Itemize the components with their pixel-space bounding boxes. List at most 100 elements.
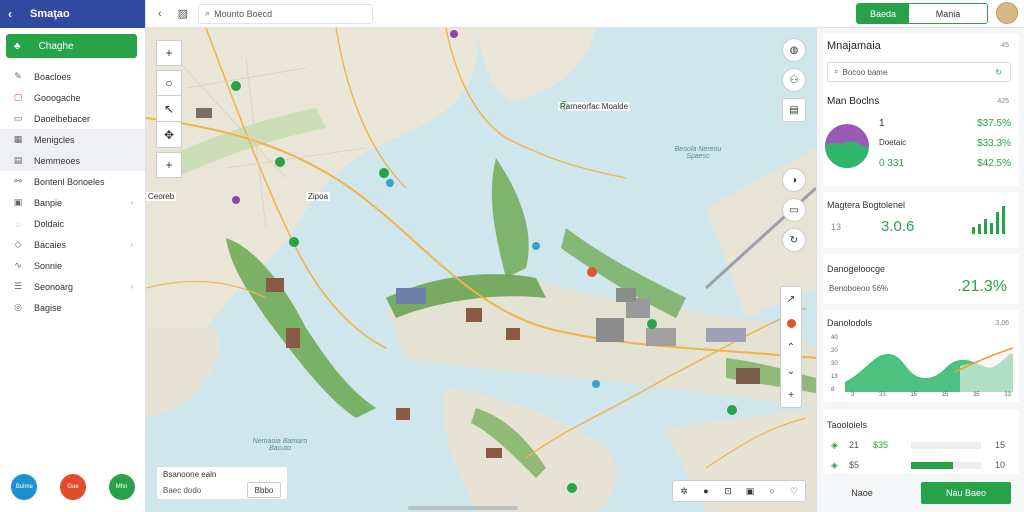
- area-chart-title: Danolodols: [827, 318, 873, 328]
- x-tick: 15: [910, 392, 917, 398]
- nav-item[interactable]: ▤ Nemmeoes: [0, 150, 145, 171]
- back-icon[interactable]: ‹: [8, 7, 12, 21]
- table-row[interactable]: ◈ $5 10: [831, 458, 1011, 472]
- table-cell: 10: [995, 460, 1006, 470]
- app-circle-label: Mhn: [115, 484, 128, 490]
- primary-button[interactable]: Nau Baeo: [921, 482, 1011, 504]
- nav-item[interactable]: ◇ Bacaies ›: [0, 234, 145, 255]
- avatar[interactable]: [996, 2, 1018, 24]
- square-icon: ▢: [13, 92, 23, 102]
- table-row[interactable]: ◈ 21 $35 15: [831, 438, 1011, 452]
- stat-key: 1: [879, 118, 885, 129]
- nav-item[interactable]: ✎ Boacloes: [0, 66, 145, 87]
- compass-icon[interactable]: ◍: [782, 38, 806, 62]
- doc-icon: ▭: [13, 113, 23, 123]
- zoom-in-button[interactable]: +: [156, 40, 182, 66]
- horizontal-scrollbar[interactable]: [408, 506, 518, 510]
- forecast-value: 3.0.6: [881, 218, 915, 235]
- chevron-left-icon[interactable]: ‹: [158, 8, 162, 20]
- brand-bar: ‹ Smaţao: [0, 0, 145, 28]
- chevron-down-icon[interactable]: ⌄: [787, 359, 795, 383]
- search-input[interactable]: ⌕ Mounto Boecd: [198, 3, 374, 24]
- area-chart-y-ticks: 40 20 30 13 8: [831, 332, 838, 397]
- tree-icon: ♣: [14, 40, 21, 52]
- app-circle-button[interactable]: Gae: [59, 474, 86, 500]
- map-tools: + ○ ↖ ✥ +: [156, 40, 182, 178]
- nav-label: Bontenl Bonoeles: [34, 176, 105, 187]
- y-tick: 13: [831, 374, 838, 380]
- nav-label: Bacaies: [34, 239, 67, 250]
- move-tool-button[interactable]: ✥: [156, 122, 182, 148]
- panel-actions: Naoe Nau Baeo: [817, 482, 1024, 504]
- toggle-active[interactable]: Baeda: [857, 4, 909, 23]
- app-circle-button[interactable]: Mhn: [108, 474, 135, 500]
- cursor-icon[interactable]: ↗: [787, 287, 795, 311]
- globe-icon[interactable]: ▣: [739, 481, 761, 501]
- nav-item[interactable]: ◌ Doldaic: [0, 213, 145, 234]
- panel-title-meta: 45: [1001, 42, 1009, 49]
- nav-label: Bagise: [34, 302, 62, 313]
- map-canvas[interactable]: Rarneorfac Moalde Ceoreb Zipoa Beoola Ne…: [146, 28, 816, 512]
- panel-search-input[interactable]: ⌕ Bocoo bame ↻: [827, 62, 1011, 82]
- nav-label: Doldaic: [34, 218, 65, 229]
- primary-action-label: Chaghe: [38, 40, 74, 52]
- stat-value: $37.5%: [977, 118, 1011, 129]
- map-label: Zipoa: [306, 192, 331, 201]
- nav-item-active[interactable]: ▦ Menigcles: [0, 129, 145, 150]
- trend-value: .21.3%: [957, 278, 1007, 295]
- lock-icon[interactable]: ⊡: [717, 481, 739, 501]
- app-circle-label: Gae: [67, 484, 79, 490]
- y-tick: 8: [831, 387, 835, 393]
- nav-label: Daoelbebacer: [34, 113, 91, 124]
- stat-key: 0 331: [879, 158, 905, 169]
- forecast-bar: [996, 212, 999, 234]
- app-circle-button[interactable]: Bulme: [11, 474, 38, 500]
- zoom-in-button-2[interactable]: +: [156, 152, 182, 178]
- user-icon[interactable]: ⚇: [782, 68, 806, 92]
- search-icon: ⌕: [834, 67, 839, 76]
- pin-icon[interactable]: ●: [695, 481, 717, 501]
- pencil-icon: ✎: [14, 71, 22, 81]
- nav-item[interactable]: ☰ Seonoarg ›: [0, 276, 145, 297]
- panel-search-text: Bocoo bame: [842, 67, 888, 77]
- image-icon[interactable]: ▨: [178, 7, 188, 20]
- chevron-up-icon[interactable]: ⌃: [787, 335, 795, 359]
- nav-label: Gooogache: [34, 92, 81, 103]
- stats-rows: 1 $37.5% Doetaic $33.3% 0 331 $42.5%: [879, 118, 1011, 169]
- layers-icon: ▤: [13, 155, 23, 165]
- circle-outline-icon[interactable]: ○: [761, 481, 783, 501]
- nav-item[interactable]: ▣ Banpie ›: [0, 192, 145, 213]
- trend-label: Benoboeoo 56%: [829, 284, 889, 293]
- nav-item[interactable]: ⚯ Bontenl Bonoeles: [0, 171, 145, 192]
- locate-icon[interactable]: ◑: [782, 168, 806, 192]
- tag-icon: ◇: [14, 239, 22, 249]
- app-circle-label: Bulme: [15, 484, 33, 490]
- route-icon[interactable]: ▭: [782, 198, 806, 222]
- layers-button[interactable]: ▤: [782, 98, 806, 122]
- nav-item[interactable]: ▢ Gooogache: [0, 87, 145, 108]
- refresh-icon[interactable]: ↻: [782, 228, 806, 252]
- nav-item[interactable]: ▭ Daoelbebacer: [0, 108, 145, 129]
- legend-button[interactable]: Bbbo: [247, 482, 281, 498]
- legend-title: Bsanoone ealn: [163, 470, 217, 479]
- progress-fill: [911, 461, 953, 469]
- cursor-tool-button[interactable]: ↖: [156, 96, 182, 122]
- x-tick: 33: [878, 392, 886, 398]
- asterisk-icon[interactable]: ✲: [673, 481, 695, 501]
- map-label: Ceoreb: [146, 192, 177, 201]
- secondary-button[interactable]: Naoe: [817, 488, 907, 498]
- legend-field[interactable]: Baec dodo: [163, 486, 247, 495]
- circle-tool-button[interactable]: ○: [156, 70, 182, 96]
- nav-item[interactable]: ◎ Bagise: [0, 297, 145, 318]
- toggle-inactive[interactable]: Mania: [909, 4, 987, 23]
- chevron-right-icon: ›: [130, 198, 133, 207]
- y-tick: 30: [831, 361, 838, 367]
- primary-action-button[interactable]: ♣ Chaghe: [6, 34, 137, 58]
- heart-icon[interactable]: ♡: [783, 481, 805, 501]
- zoom-plus-icon[interactable]: +: [788, 383, 794, 407]
- refresh-icon[interactable]: ↻: [995, 68, 1002, 77]
- record-icon[interactable]: [786, 311, 796, 335]
- nav-label: Seonoarg: [34, 281, 74, 292]
- stat-row: 0 331 $42.5%: [879, 158, 1011, 169]
- nav-item[interactable]: ∿ Sonnie: [0, 255, 145, 276]
